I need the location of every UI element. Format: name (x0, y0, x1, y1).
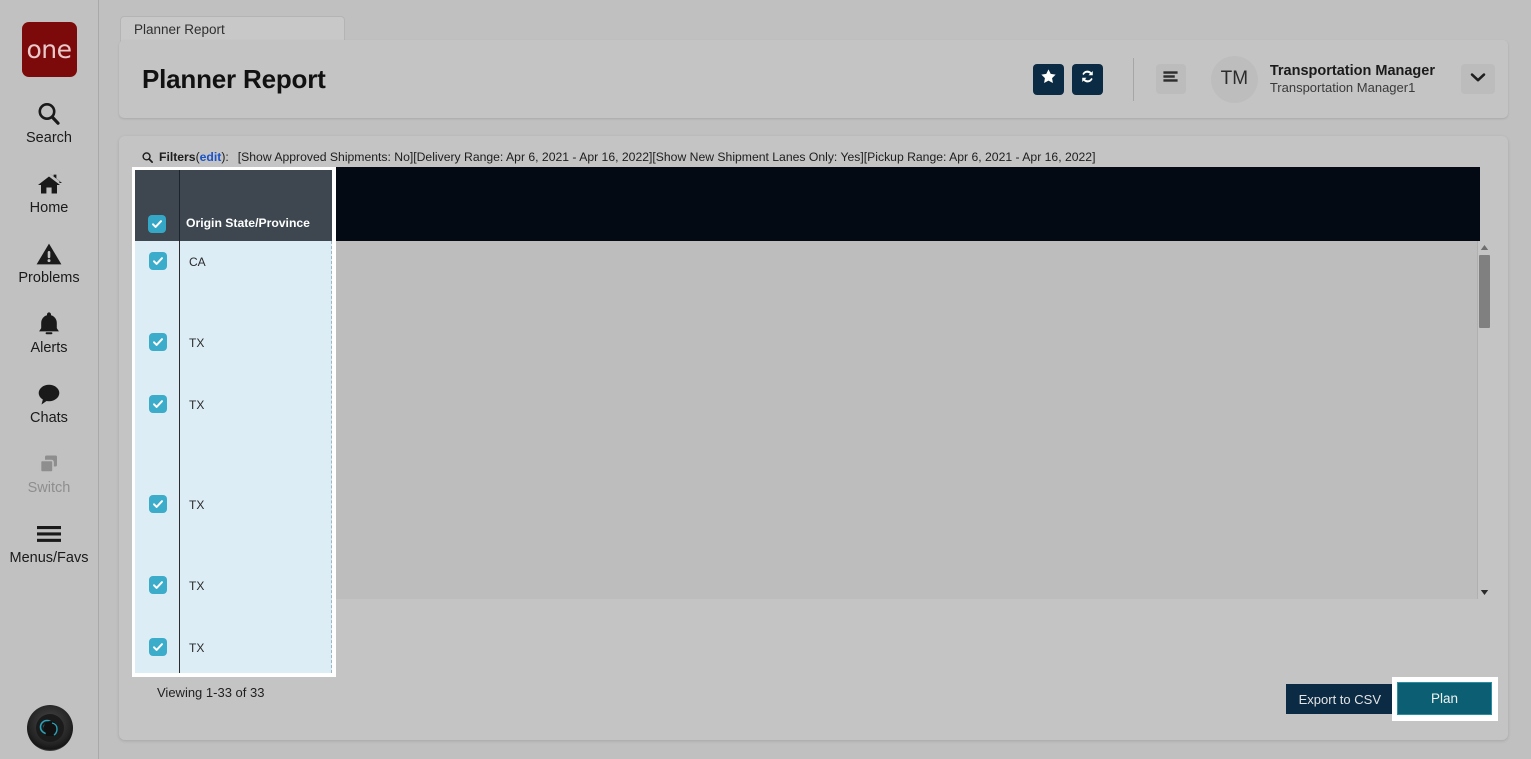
table-row (135, 495, 180, 513)
sidebar-item-problems[interactable]: Problems (0, 238, 99, 287)
plan-button-focus-ring: Plan (1392, 677, 1498, 721)
table-row (135, 252, 180, 270)
filters-values: [Show Approved Shipments: No][Delivery R… (237, 150, 1096, 164)
scrollbar-thumb[interactable] (1479, 255, 1490, 328)
grid-origin-state-column: CA TX TX TX TX TX (180, 241, 332, 673)
grid-dark-header-band (320, 167, 1480, 241)
row-checkbox[interactable] (148, 333, 167, 351)
list-item[interactable]: TX (189, 396, 204, 414)
user-name: Transportation Manager (1269, 62, 1435, 79)
plan-button[interactable]: Plan (1397, 682, 1492, 715)
grid-select-column (135, 241, 180, 673)
hamburger-menu-icon (1162, 69, 1179, 89)
grid-header-row: Origin State/Province (135, 170, 332, 241)
left-nav-rail: one Search Home Problems Alerts Chats Sw… (0, 0, 99, 759)
sidebar-item-label: Search (26, 130, 72, 146)
star-icon (1040, 68, 1057, 90)
row-checkbox[interactable] (148, 638, 167, 656)
sidebar-item-switch[interactable]: Switch (0, 448, 99, 497)
avatar[interactable]: TM (1210, 55, 1258, 103)
grid-header-select-all-cell (135, 170, 180, 241)
plan-button-label: Plan (1430, 691, 1459, 706)
chevron-down-icon (1470, 70, 1486, 88)
export-to-csv-button[interactable]: Export to CSV (1285, 684, 1394, 714)
scroll-down-arrow-icon[interactable] (1478, 586, 1491, 599)
report-grid: Origin State/Province CA TX TX TX TX TX (120, 167, 1490, 677)
table-row (135, 395, 180, 413)
grid-header-label: Origin State/Province (186, 216, 310, 230)
app-root: one Search Home Problems Alerts Chats Sw… (0, 0, 1531, 759)
viewing-count: Viewing 1-33 of 33 (157, 685, 265, 700)
header-menu-button[interactable] (1155, 64, 1186, 94)
user-subtitle: Transportation Manager1 (1269, 79, 1416, 95)
tab-strip: Planner Report (100, 0, 1531, 44)
table-row (135, 576, 180, 594)
warning-triangle-icon (35, 238, 63, 270)
filters-bar: Filters (edit): [Show Approved Shipments… (141, 150, 1095, 164)
sidebar-item-label: Problems (18, 269, 80, 286)
avatar-initials: TM (1220, 68, 1249, 89)
list-item[interactable]: TX (189, 577, 204, 595)
sidebar-item-alerts[interactable]: Alerts (0, 308, 99, 357)
row-checkbox[interactable] (148, 252, 167, 270)
list-item[interactable]: CA (189, 253, 206, 271)
search-icon (35, 98, 63, 130)
sidebar-item-label: Chats (30, 409, 68, 426)
tab-label: Planner Report (134, 22, 225, 37)
brand-logo[interactable]: one (21, 22, 77, 77)
header-divider (1132, 57, 1134, 101)
grid-body-background (320, 241, 1480, 599)
table-row (135, 333, 180, 351)
filters-label: Filters (159, 150, 196, 164)
list-item[interactable]: TX (189, 334, 204, 352)
sidebar-item-chats[interactable]: Chats (0, 378, 99, 427)
list-item[interactable]: TX (189, 496, 204, 514)
report-panel: Filters (edit): [Show Approved Shipments… (119, 136, 1508, 740)
sidebar-item-search[interactable]: Search (0, 98, 99, 147)
sidebar-item-label: Home (29, 199, 69, 216)
switch-windows-icon (35, 448, 63, 480)
row-checkbox[interactable] (148, 576, 167, 594)
header-actions: TM Transportation Manager Transportation… (1025, 40, 1508, 118)
filters-close-paren: ): (221, 150, 229, 164)
select-all-checkbox[interactable] (148, 215, 166, 233)
user-menu-button[interactable] (1461, 64, 1495, 94)
sidebar-item-label: Alerts (30, 339, 68, 356)
grid-rows: CA TX TX TX TX TX (135, 241, 332, 673)
sidebar-item-menus-favs[interactable]: Menus/Favs (0, 518, 99, 567)
grid-frozen-columns: Origin State/Province CA TX TX TX TX TX (132, 167, 336, 677)
table-row (135, 638, 180, 656)
footer-actions: Export to CSV Plan (1285, 677, 1498, 721)
sidebar-item-home[interactable]: Home (0, 168, 99, 217)
sidebar-item-label: Switch (27, 479, 71, 496)
grid-header-origin-state[interactable]: Origin State/Province (180, 170, 332, 241)
bell-icon (36, 308, 62, 340)
row-checkbox[interactable] (148, 495, 167, 513)
refresh-icon (1079, 68, 1096, 90)
hamburger-icon (34, 518, 64, 550)
home-icon (34, 168, 64, 200)
row-checkbox[interactable] (148, 395, 167, 413)
refresh-button[interactable] (1071, 63, 1103, 95)
brand-logo-text: one (26, 35, 72, 64)
page-header: Planner Report TM Transportation Manager… (119, 40, 1508, 118)
page-title: Planner Report (142, 63, 326, 94)
assistant-avatar-icon[interactable] (27, 705, 73, 751)
favorite-button[interactable] (1032, 63, 1064, 95)
scroll-up-arrow-icon[interactable] (1478, 241, 1491, 254)
list-item[interactable]: TX (189, 639, 204, 657)
filters-edit-link[interactable]: edit (200, 150, 222, 164)
grid-vertical-scrollbar[interactable] (1477, 241, 1490, 599)
sidebar-item-label: Menus/Favs (9, 549, 89, 566)
search-icon (141, 151, 154, 164)
export-to-csv-label: Export to CSV (1298, 691, 1381, 707)
user-info: Transportation Manager Transportation Ma… (1270, 62, 1435, 96)
chat-bubble-icon (35, 378, 63, 410)
